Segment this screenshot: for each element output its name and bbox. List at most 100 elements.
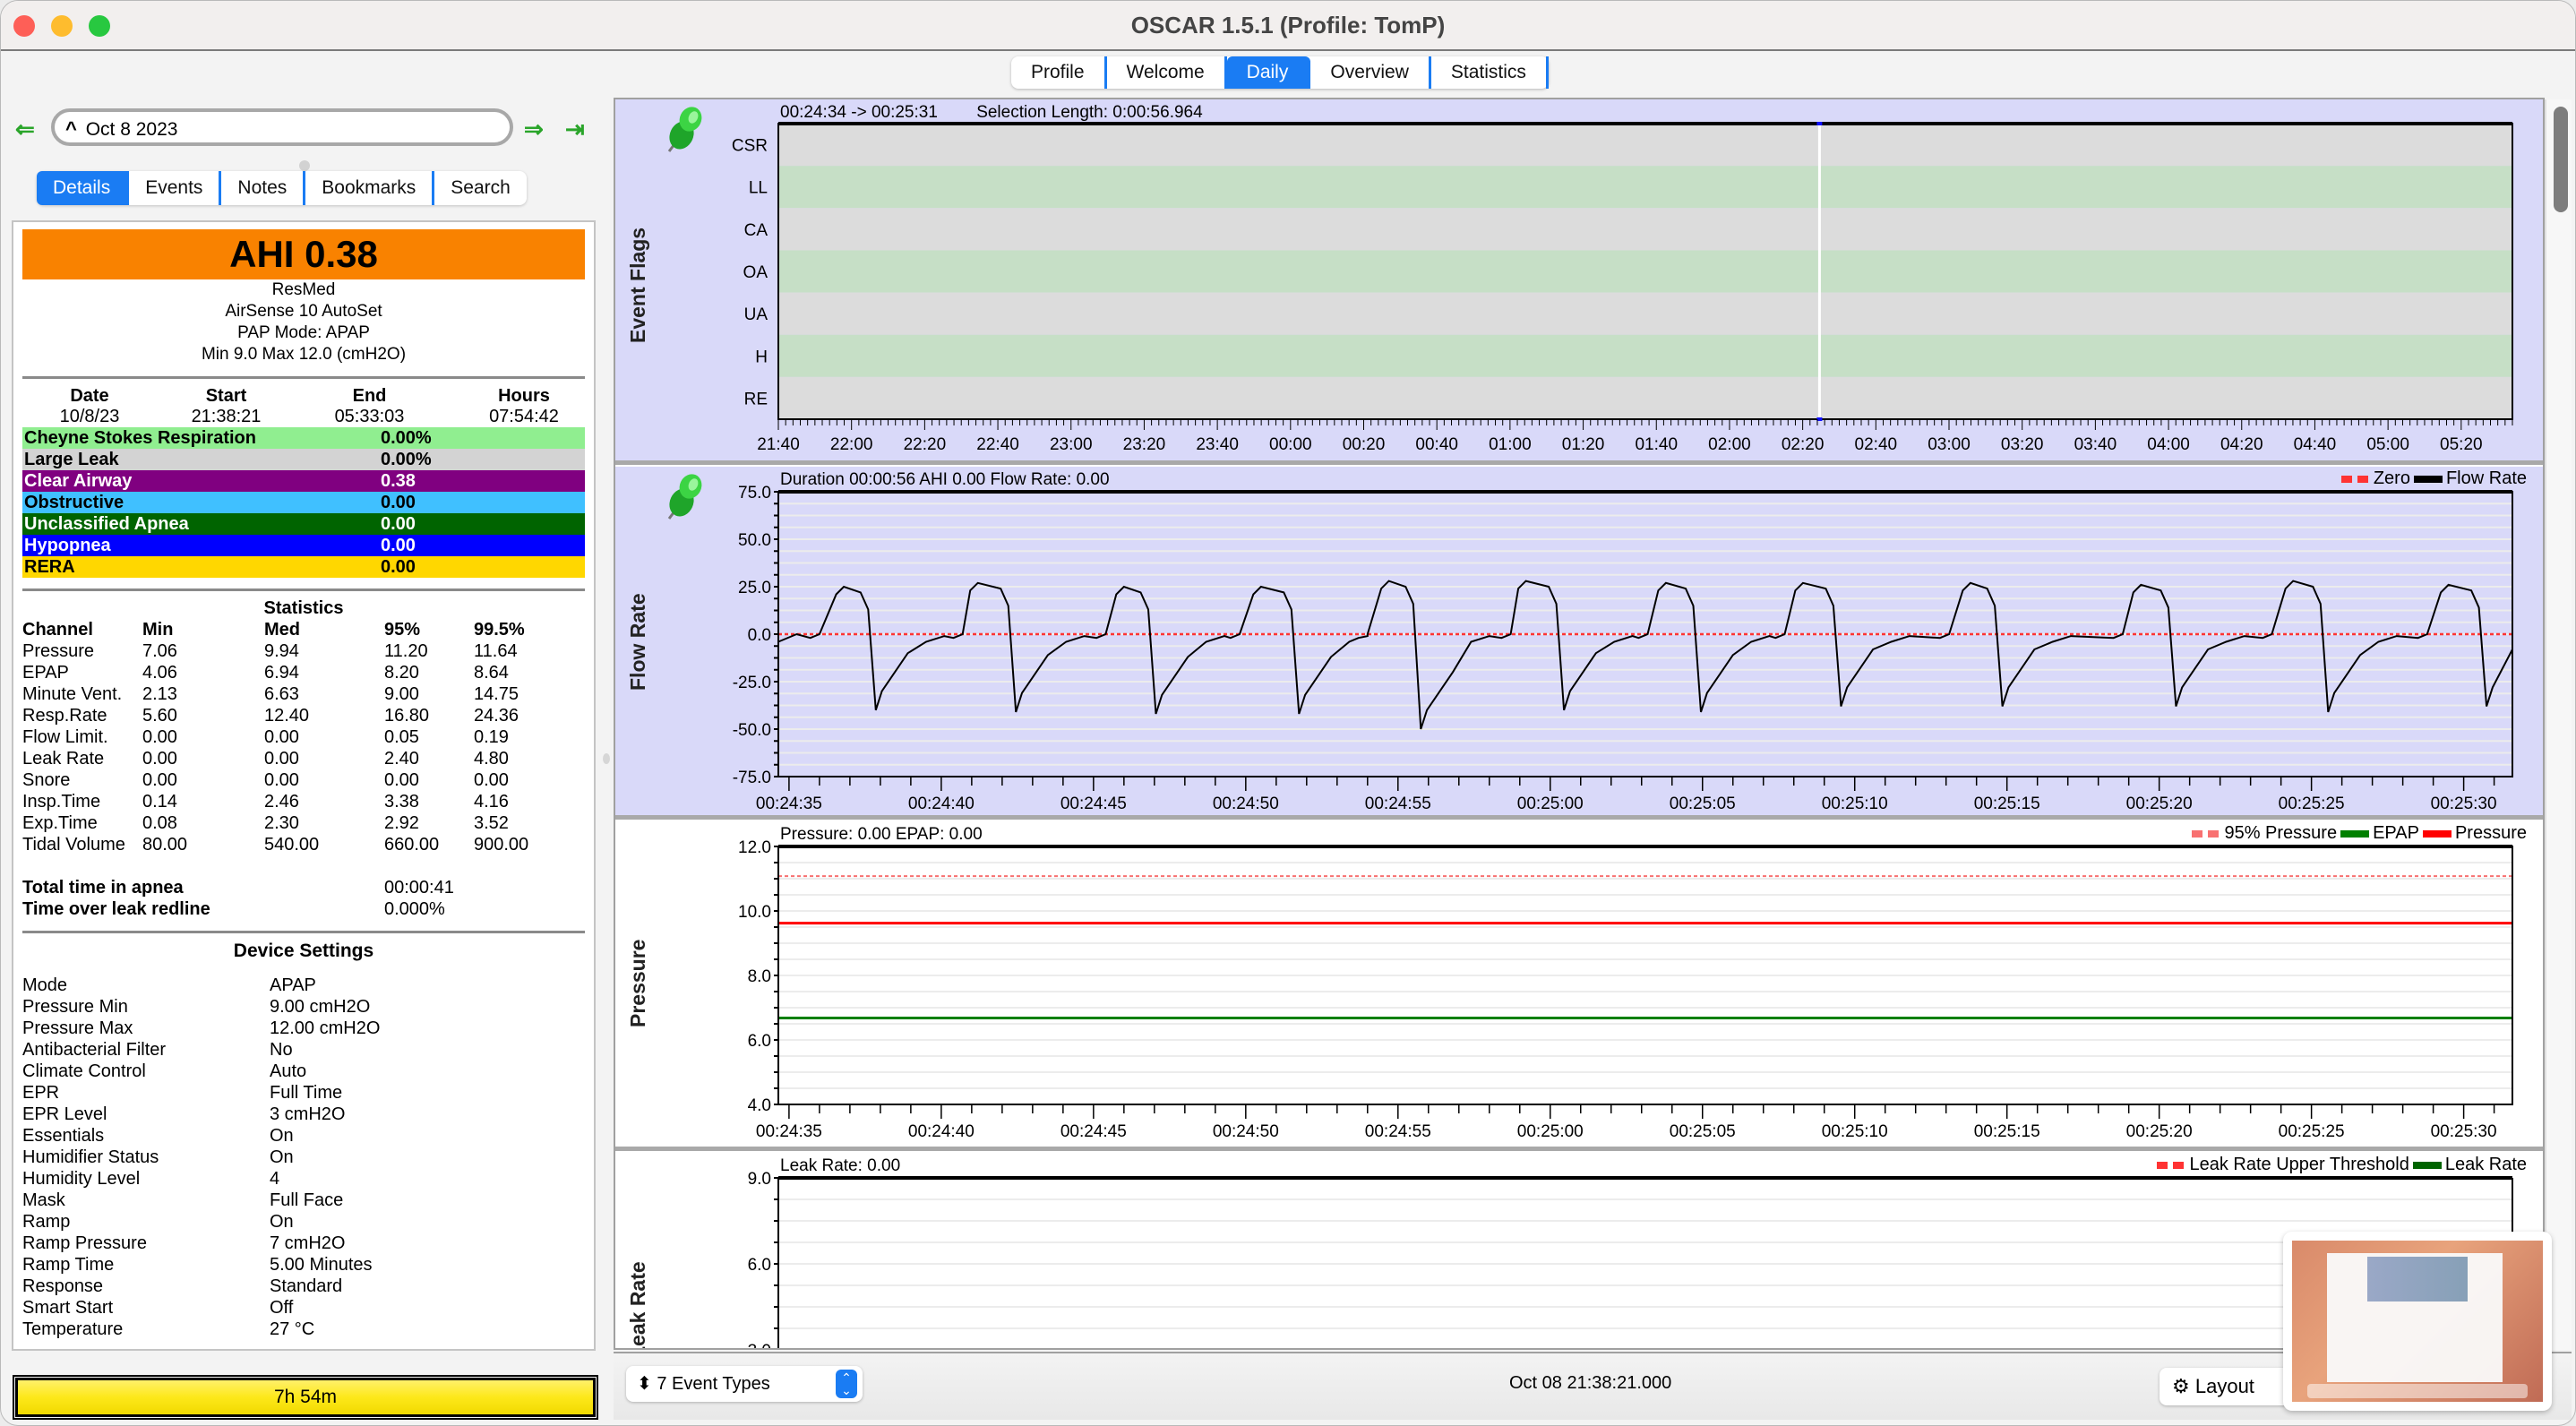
stats-cell: 14.75 [474, 684, 519, 704]
session-end: 05:33:03 [334, 407, 405, 426]
setting-value: Standard [270, 1276, 343, 1296]
tab-details[interactable]: Details [37, 171, 130, 205]
scrollbar-thumb[interactable] [2554, 107, 2568, 212]
stats-cell: 0.00 [474, 770, 509, 790]
tab-profile[interactable]: Profile [1011, 56, 1107, 89]
next-day-button[interactable]: ⇒ [524, 116, 544, 143]
arrow-right-icon: ⇒ [524, 116, 544, 142]
arrow-last-icon: ⇥ [565, 116, 585, 142]
index-row: Clear Airway 0.38 [22, 470, 585, 492]
tab-statistics[interactable]: Statistics [1431, 56, 1549, 89]
x-tick-label: 00:25:25 [2279, 795, 2345, 813]
y-tick-label: 6.0 [748, 1256, 771, 1275]
stats-cell: 11.20 [384, 641, 428, 661]
x-tick-label: 00:24:45 [1060, 1122, 1127, 1141]
setting-value: 9.00 cmH2O [270, 997, 371, 1017]
x-tick-label: 00:25:05 [1670, 795, 1736, 813]
index-value: 0.00 [381, 536, 416, 555]
last-day-button[interactable]: ⇥ [565, 116, 585, 143]
stats-channel: Resp.Rate [22, 706, 107, 726]
setting-value: APAP [270, 975, 316, 995]
tab-overview[interactable]: Overview [1310, 56, 1431, 89]
setting-value: On [270, 1147, 294, 1167]
setting-value: On [270, 1212, 294, 1232]
x-tick-label: 01:20 [1562, 435, 1605, 454]
tab-events[interactable]: Events [129, 171, 222, 205]
leak-rate-graph[interactable]: Leak Rate Leak Rate: 0.00 Leak Rate Uppe… [615, 1153, 2545, 1350]
flag-row-band [778, 376, 2512, 419]
details-panel[interactable]: AHI 0.38 ResMed AirSense 10 AutoSet PAP … [12, 220, 596, 1351]
x-tick-label: 00:24:35 [756, 795, 822, 813]
stats-cell: 4.16 [474, 792, 509, 812]
stats-cell: 16.80 [384, 706, 430, 726]
x-tick-label: 00:25:30 [2431, 1122, 2497, 1141]
thumbnail-image [2292, 1241, 2543, 1402]
session-values: 10/8/23 21:38:21 05:33:03 07:54:42 [22, 407, 585, 427]
y-tick-label: 75.0 [738, 484, 771, 503]
x-tick-label: 05:00 [2366, 435, 2409, 454]
leak-rate-plot[interactable]: 9.0 6.0 3.0 [615, 1153, 2545, 1350]
date-picker[interactable]: ^ Oct 8 2023 [51, 108, 513, 146]
splitter-handle[interactable] [299, 160, 310, 171]
setting-value: 12.00 cmH2O [270, 1018, 381, 1038]
tab-notes[interactable]: Notes [221, 171, 306, 205]
gear-icon: ⚙ [2172, 1375, 2190, 1397]
pressure-graph[interactable]: Pressure Pressure: 0.00 EPAP: 0.00 95% P… [615, 821, 2545, 1151]
x-tick-label: 00:25:15 [1974, 795, 2040, 813]
tab-bookmarks[interactable]: Bookmarks [305, 171, 435, 205]
stats-cell: 9.00 [384, 684, 419, 704]
device-model: AirSense 10 AutoSet [225, 302, 382, 321]
index-row: Large Leak 0.00% [22, 449, 585, 470]
setting-label: EPR Level [22, 1104, 107, 1124]
screenshot-thumbnail[interactable] [2283, 1232, 2552, 1411]
tab-search[interactable]: Search [434, 171, 527, 205]
pressure-plot[interactable]: 12.0 10.0 8.0 6.0 4.0 00:24:35 00:24:40 00:24:4… [615, 821, 2545, 1151]
pane-splitter[interactable] [603, 753, 610, 764]
setting-value: No [270, 1040, 293, 1060]
graphs-scrollbar[interactable] [2545, 99, 2572, 1350]
event-indices: Cheyne Stokes Respiration 0.00% Large Leak… [22, 427, 585, 578]
setting-value: On [270, 1126, 294, 1146]
calendar-toggle-icon[interactable]: ^ [65, 117, 77, 140]
x-tick-label: 04:40 [2294, 435, 2337, 454]
divider [22, 588, 585, 591]
window-title: OSCAR 1.5.1 (Profile: TomP) [1130, 12, 1446, 39]
index-label: Obstructive [24, 493, 125, 512]
y-tick-label: 25.0 [738, 579, 771, 597]
x-tick-label: 00:25:00 [1517, 1122, 1584, 1141]
flow-rate-plot[interactable]: 75.0 50.0 25.0 0.0 -25.0 -50.0 -75.0 00:24:35 00… [615, 467, 2545, 820]
event-flags-plot[interactable]: CSR LL CA OA UA H RE 21:40 22:00 22:20 22:40 23:00 2… [615, 99, 2545, 465]
setting-label: Humidifier Status [22, 1147, 159, 1167]
flag-row-label: CA [744, 221, 769, 240]
tab-welcome[interactable]: Welcome [1107, 56, 1227, 89]
event-types-dropdown[interactable]: ⬍ 7 Event Types ⌃ ⌄ [626, 1366, 863, 1402]
stats-cell: 24.36 [474, 706, 519, 726]
stats-cell: 3.38 [384, 792, 419, 812]
prev-day-button[interactable]: ⇐ [15, 116, 35, 143]
y-tick-label: 10.0 [738, 903, 771, 922]
setting-label: Ramp [22, 1212, 71, 1232]
x-tick-label: 00:25:10 [1822, 795, 1888, 813]
stats-cell: 2.46 [264, 792, 299, 812]
tab-daily[interactable]: Daily [1226, 56, 1311, 89]
flow-rate-graph[interactable]: Flow Rate Duration 00:00:56 AHI 0.00 Flo… [615, 467, 2545, 820]
duration-bar[interactable]: 7h 54m [13, 1375, 598, 1420]
x-tick-label: 02:40 [1855, 435, 1898, 454]
setting-value: 5.00 Minutes [270, 1255, 373, 1275]
index-value: 0.00 [381, 493, 416, 512]
stats-cell: 0.19 [474, 727, 509, 747]
flag-row-band [778, 334, 2512, 377]
event-flags-graph[interactable]: Event Flags 00:24:34 -> 00:25:31 Selecti… [615, 99, 2545, 465]
x-tick-label: 05:20 [2440, 435, 2483, 454]
x-tick-label: 01:00 [1489, 435, 1532, 454]
x-tick-label: 04:20 [2220, 435, 2263, 454]
stats-header: Channel [22, 620, 93, 640]
x-tick-label: 00:25:20 [2126, 1122, 2193, 1141]
x-tick-label: 03:20 [2001, 435, 2044, 454]
index-label: RERA [24, 557, 75, 577]
pressure-range: Min 9.0 Max 12.0 (cmH2O) [201, 345, 407, 364]
chevron-updown-icon[interactable]: ⌃ ⌄ [836, 1370, 857, 1398]
setting-label: Ramp Pressure [22, 1233, 147, 1253]
graphs-area[interactable]: Event Flags 00:24:34 -> 00:25:31 Selecti… [614, 98, 2545, 1350]
y-tick-label: 0.0 [748, 626, 771, 645]
